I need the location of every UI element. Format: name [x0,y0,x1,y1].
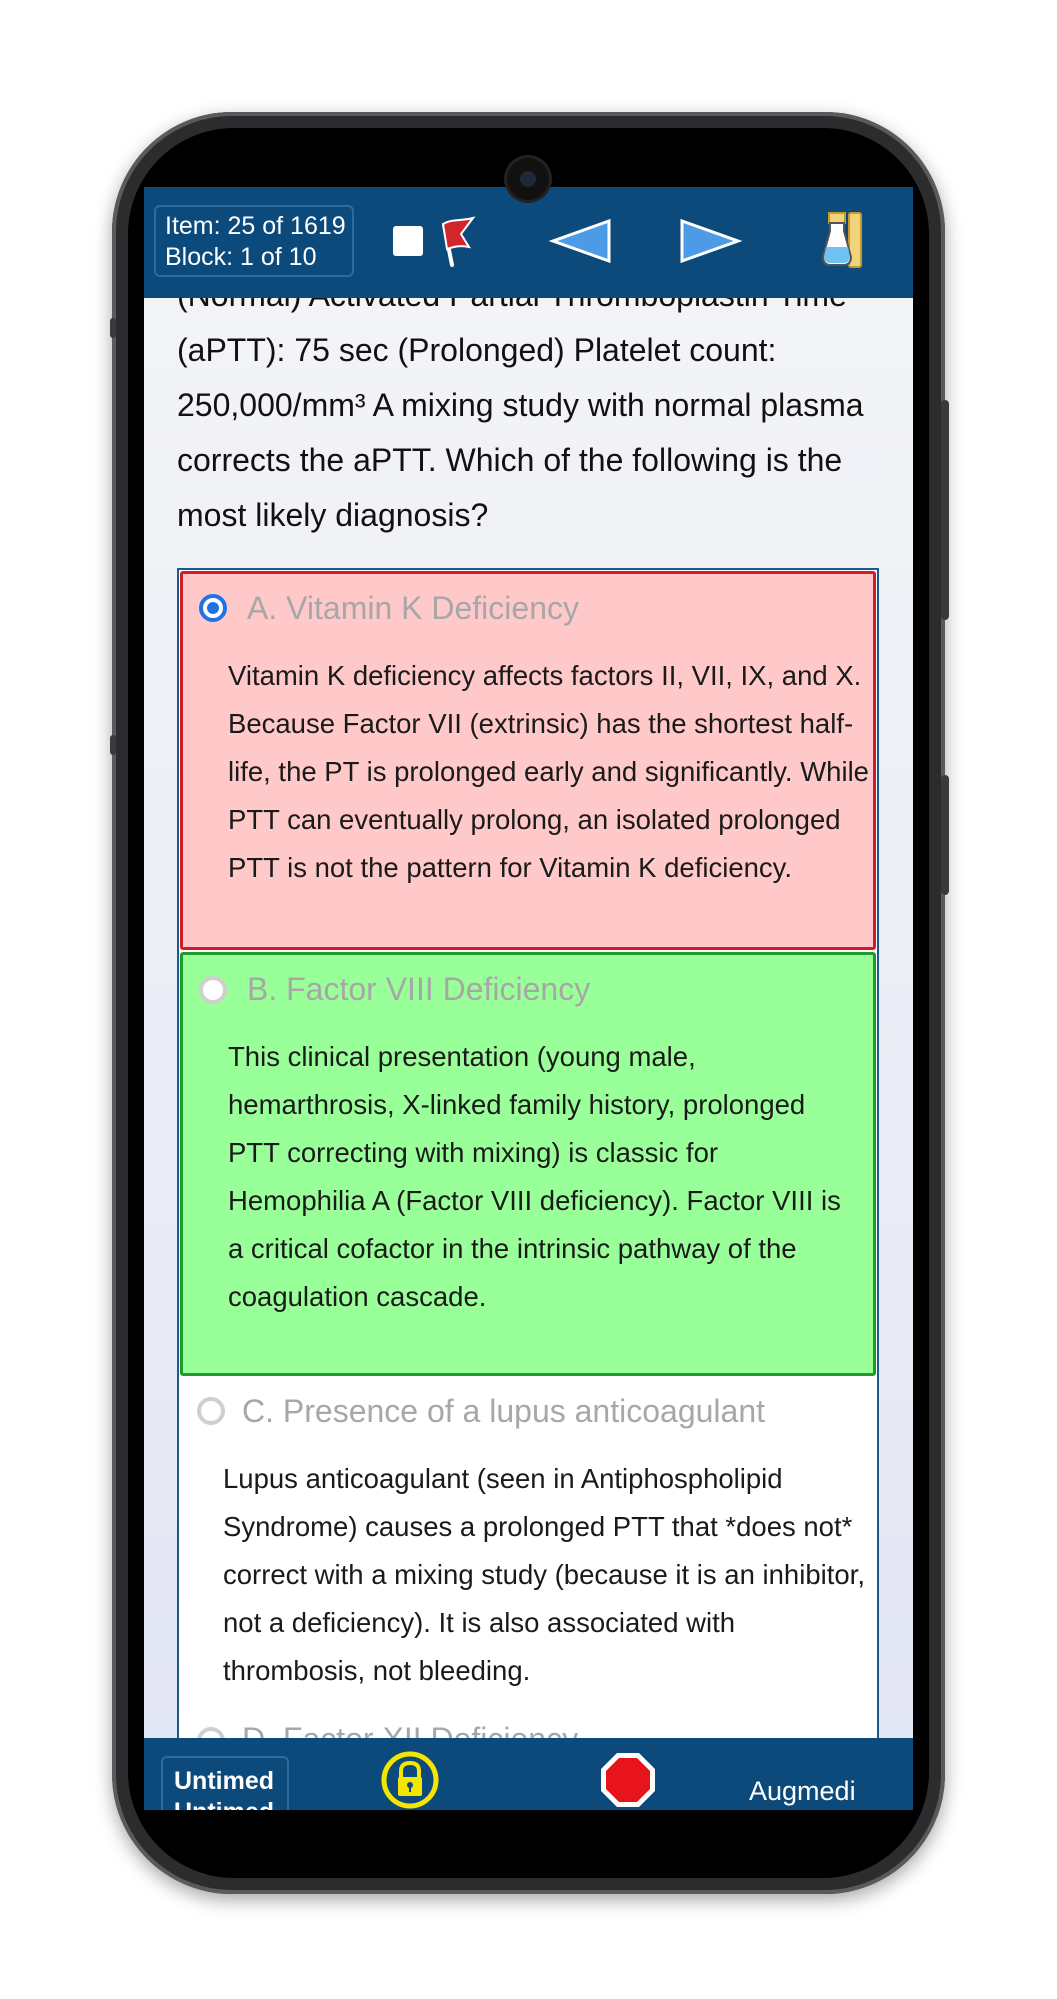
radio-unselected-icon[interactable] [199,976,227,1004]
option-a-explanation: Vitamin K deficiency affects factors II,… [228,660,869,883]
mark-checkbox[interactable] [393,226,423,256]
option-b-explanation: This clinical presentation (young male, … [228,1041,841,1312]
stop-icon[interactable] [598,1750,658,1810]
lock-icon[interactable] [380,1750,440,1810]
answer-option-d[interactable]: D. Factor XII Deficiency [179,1707,877,1738]
radio-selected-icon[interactable] [199,594,227,622]
previous-arrow-icon[interactable] [547,217,613,265]
side-button-left [110,318,116,338]
side-button-left2 [110,735,116,755]
answer-option-c[interactable]: C. Presence of a lupus anticoagulant Lup… [179,1377,877,1707]
option-c-label: C. Presence of a lupus anticoagulant [242,1393,765,1429]
next-arrow-icon[interactable] [678,217,744,265]
item-label: Item: 25 of 1619 [165,212,346,240]
block-label: Block: 1 of 10 [165,243,317,271]
side-button-lower [941,775,949,895]
timer-line-1: Untimed [174,1767,274,1795]
answer-option-b[interactable]: B. Factor VIII Deficiency This clinical … [180,952,876,1376]
item-counter: Item: 25 of 1619 Block: 1 of 10 [154,205,354,277]
top-toolbar: Item: 25 of 1619 Block: 1 of 10 [144,187,913,298]
option-a-label: A. Vitamin K Deficiency [247,590,579,626]
answer-option-a[interactable]: A. Vitamin K Deficiency Vitamin K defici… [180,571,876,950]
bottom-toolbar: Untimed Untimed Augmedi [144,1738,913,1810]
camera-icon [507,158,549,200]
app-screen: Item: 25 of 1619 Block: 1 of 10 (Normal)… [144,187,913,1810]
radio-unselected-icon[interactable] [197,1397,225,1425]
option-d-label: D. Factor XII Deficiency [242,1721,578,1738]
question-scroll-area[interactable]: (Normal) Activated Partial Thromboplasti… [144,298,913,1738]
question-stem: (Normal) Activated Partial Thromboplasti… [177,298,864,533]
lab-values-icon[interactable] [817,209,867,271]
option-b-label: B. Factor VIII Deficiency [247,971,591,1007]
timer-line-2: Untimed [174,1797,287,1810]
flag-icon[interactable] [435,215,477,267]
timer-box[interactable]: Untimed Untimed [161,1756,289,1810]
brand-label: Augmedi [749,1776,856,1806]
answer-choices: A. Vitamin K Deficiency Vitamin K defici… [177,568,879,1738]
side-button-upper [941,400,949,620]
option-c-explanation: Lupus anticoagulant (seen in Antiphospho… [223,1463,865,1686]
radio-unselected-icon[interactable] [197,1727,225,1738]
